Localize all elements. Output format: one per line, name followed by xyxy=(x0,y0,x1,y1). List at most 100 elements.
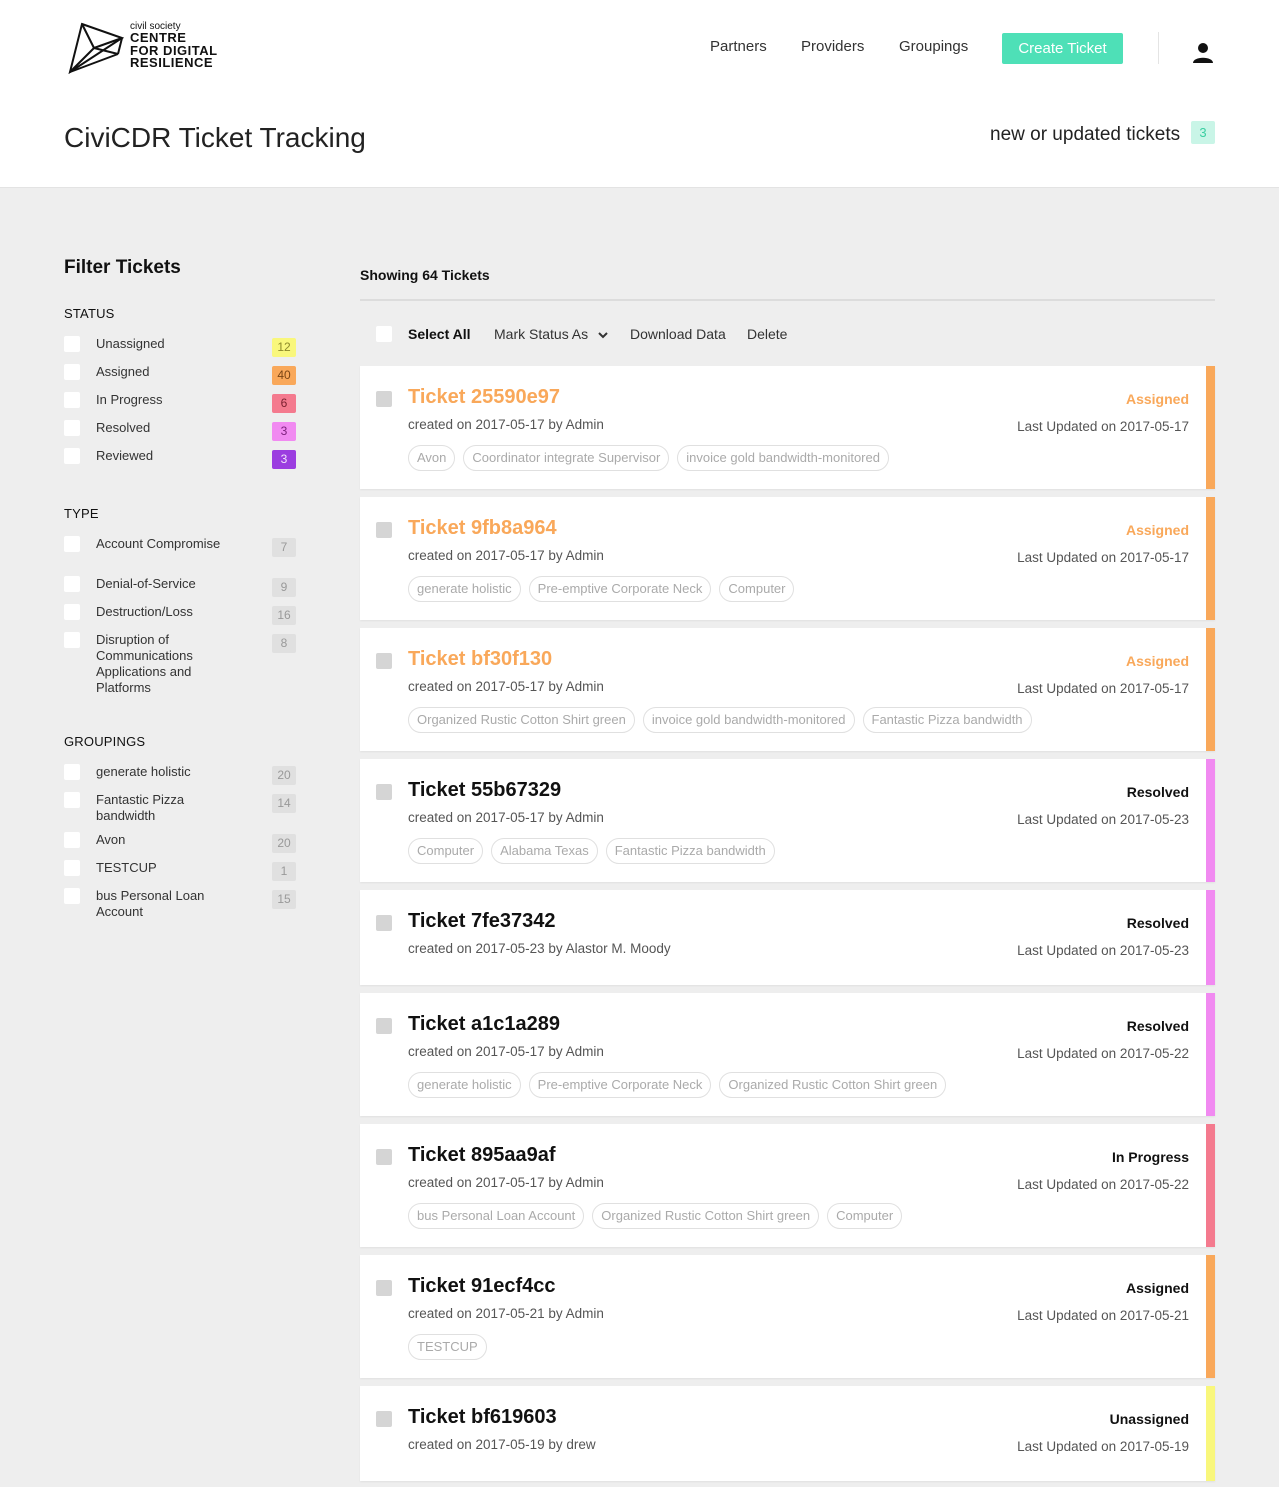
checkbox[interactable] xyxy=(64,888,80,904)
ticket-title[interactable]: Ticket 9fb8a964 xyxy=(408,517,557,540)
cdr-logo[interactable]: civil society CENTRE FOR DIGITAL RESILIE… xyxy=(68,20,228,74)
ticket-title[interactable]: Ticket a1c1a289 xyxy=(408,1013,560,1036)
count-badge: 20 xyxy=(272,766,296,785)
count-badge: 1 xyxy=(272,862,296,881)
ticket-title[interactable]: Ticket 7fe37342 xyxy=(408,910,556,933)
ticket-tag[interactable]: Pre-emptive Corporate Neck xyxy=(528,576,712,602)
ticket-tag[interactable]: Organized Rustic Cotton Shirt green xyxy=(592,1203,820,1229)
ticket-tag[interactable]: Computer xyxy=(719,576,795,602)
ticket-tag[interactable]: generate holistic xyxy=(408,1072,521,1098)
ticket-title[interactable]: Ticket 55b67329 xyxy=(408,779,561,802)
ticket-tag[interactable]: generate holistic xyxy=(408,576,521,602)
count-badge: 9 xyxy=(272,578,296,597)
ticket-card[interactable]: Ticket 9fb8a964 created on 2017-05-17 by… xyxy=(360,497,1215,620)
ticket-title[interactable]: Ticket 25590e97 xyxy=(408,386,560,409)
checkbox[interactable] xyxy=(64,632,80,648)
ticket-title[interactable]: Ticket 91ecf4cc xyxy=(408,1275,556,1298)
ticket-tag[interactable]: Computer xyxy=(408,838,484,864)
ticket-tag[interactable]: Computer xyxy=(827,1203,903,1229)
ticket-tag[interactable]: bus Personal Loan Account xyxy=(408,1203,585,1229)
select-all-label[interactable]: Select All xyxy=(408,326,471,342)
delete-button[interactable]: Delete xyxy=(747,326,787,342)
ticket-tag[interactable]: Pre-emptive Corporate Neck xyxy=(528,1072,712,1098)
status-color-bar xyxy=(1206,628,1215,751)
ticket-tag[interactable]: Alabama Texas xyxy=(491,838,598,864)
checkbox[interactable] xyxy=(64,536,80,552)
ticket-tags: Organized Rustic Cotton Shirt green invo… xyxy=(408,707,1032,733)
page-header: CiviCDR Ticket Tracking new or updated t… xyxy=(0,88,1279,188)
ticket-created: created on 2017-05-17 by Admin xyxy=(408,1175,604,1190)
ticket-title[interactable]: Ticket bf619603 xyxy=(408,1406,557,1429)
ticket-checkbox[interactable] xyxy=(376,1149,392,1165)
select-all-checkbox[interactable] xyxy=(376,326,392,342)
ticket-status: Resolved xyxy=(1126,784,1189,800)
ticket-card[interactable]: Ticket 895aa9af created on 2017-05-17 by… xyxy=(360,1124,1215,1247)
ticket-card[interactable]: Ticket bf619603 created on 2017-05-19 by… xyxy=(360,1386,1215,1481)
ticket-card[interactable]: Ticket 25590e97 created on 2017-05-17 by… xyxy=(360,366,1215,489)
ticket-updated: Last Updated on 2017-05-23 xyxy=(1017,812,1189,827)
checkbox[interactable] xyxy=(64,336,80,352)
new-updated-label[interactable]: new or updated tickets xyxy=(990,124,1180,146)
logo-mark-icon xyxy=(68,22,124,74)
ticket-created: created on 2017-05-19 by drew xyxy=(408,1437,596,1452)
nav-groupings[interactable]: Groupings xyxy=(899,38,968,55)
ticket-status: Assigned xyxy=(1125,1280,1189,1296)
ticket-tag[interactable]: invoice gold bandwidth-monitored xyxy=(642,707,855,733)
ticket-checkbox[interactable] xyxy=(376,1280,392,1296)
ticket-tag[interactable]: Avon xyxy=(408,445,456,471)
ticket-checkbox[interactable] xyxy=(376,653,392,669)
ticket-card[interactable]: Ticket bf30f130 created on 2017-05-17 by… xyxy=(360,628,1215,751)
nav-providers[interactable]: Providers xyxy=(801,38,864,55)
ticket-tag[interactable]: Organized Rustic Cotton Shirt green xyxy=(408,707,635,733)
ticket-checkbox[interactable] xyxy=(376,522,392,538)
ticket-created: created on 2017-05-17 by Admin xyxy=(408,810,604,825)
ticket-title[interactable]: Ticket 895aa9af xyxy=(408,1144,556,1167)
ticket-card[interactable]: Ticket a1c1a289 created on 2017-05-17 by… xyxy=(360,993,1215,1116)
filter-label: Account Compromise xyxy=(96,536,221,551)
ticket-checkbox[interactable] xyxy=(376,1018,392,1034)
checkbox[interactable] xyxy=(64,420,80,436)
ticket-card[interactable]: Ticket 91ecf4cc created on 2017-05-21 by… xyxy=(360,1255,1215,1378)
count-badge: 6 xyxy=(272,394,296,413)
ticket-checkbox[interactable] xyxy=(376,1411,392,1427)
status-color-bar xyxy=(1206,759,1215,882)
ticket-tag[interactable]: Fantastic Pizza bandwidth xyxy=(605,838,775,864)
ticket-tag[interactable]: Coordinator integrate Supervisor xyxy=(463,445,670,471)
ticket-card[interactable]: Ticket 7fe37342 created on 2017-05-23 by… xyxy=(360,890,1215,985)
checkbox[interactable] xyxy=(64,792,80,808)
checkbox[interactable] xyxy=(64,832,80,848)
checkbox[interactable] xyxy=(64,576,80,592)
filter-label: Fantastic Pizza bandwidth xyxy=(96,792,185,823)
filter-label: Resolved xyxy=(96,420,151,435)
ticket-checkbox[interactable] xyxy=(376,915,392,931)
status-color-bar xyxy=(1206,1386,1215,1481)
ticket-tag[interactable]: Organized Rustic Cotton Shirt green xyxy=(719,1072,947,1098)
ticket-tag[interactable]: Fantastic Pizza bandwidth xyxy=(862,707,1032,733)
filter-title: Filter Tickets xyxy=(64,257,181,278)
ticket-checkbox[interactable] xyxy=(376,391,392,407)
checkbox[interactable] xyxy=(64,364,80,380)
mark-status-dropdown[interactable]: Mark Status As xyxy=(494,326,608,342)
ticket-tag[interactable]: TESTCUP xyxy=(408,1334,487,1360)
create-ticket-button[interactable]: Create Ticket xyxy=(1002,33,1123,64)
checkbox[interactable] xyxy=(64,448,80,464)
new-updated-count-badge[interactable]: 3 xyxy=(1191,121,1215,144)
status-color-bar xyxy=(1206,366,1215,489)
ticket-updated: Last Updated on 2017-05-23 xyxy=(1017,943,1189,958)
page-title: CiviCDR Ticket Tracking xyxy=(64,122,366,153)
ticket-created: created on 2017-05-23 by Alastor M. Mood… xyxy=(408,941,671,956)
count-badge: 3 xyxy=(272,450,296,469)
ticket-tag[interactable]: invoice gold bandwidth-monitored xyxy=(677,445,889,471)
ticket-tags: generate holistic Pre-emptive Corporate … xyxy=(408,1072,947,1098)
ticket-title[interactable]: Ticket bf30f130 xyxy=(408,648,552,671)
status-section-title: STATUS xyxy=(64,306,115,321)
download-data-button[interactable]: Download Data xyxy=(630,326,726,342)
nav-partners[interactable]: Partners xyxy=(710,38,767,55)
ticket-checkbox[interactable] xyxy=(376,784,392,800)
checkbox[interactable] xyxy=(64,604,80,620)
user-icon[interactable] xyxy=(1192,42,1214,64)
ticket-card[interactable]: Ticket 55b67329 created on 2017-05-17 by… xyxy=(360,759,1215,882)
checkbox[interactable] xyxy=(64,764,80,780)
checkbox[interactable] xyxy=(64,860,80,876)
checkbox[interactable] xyxy=(64,392,80,408)
